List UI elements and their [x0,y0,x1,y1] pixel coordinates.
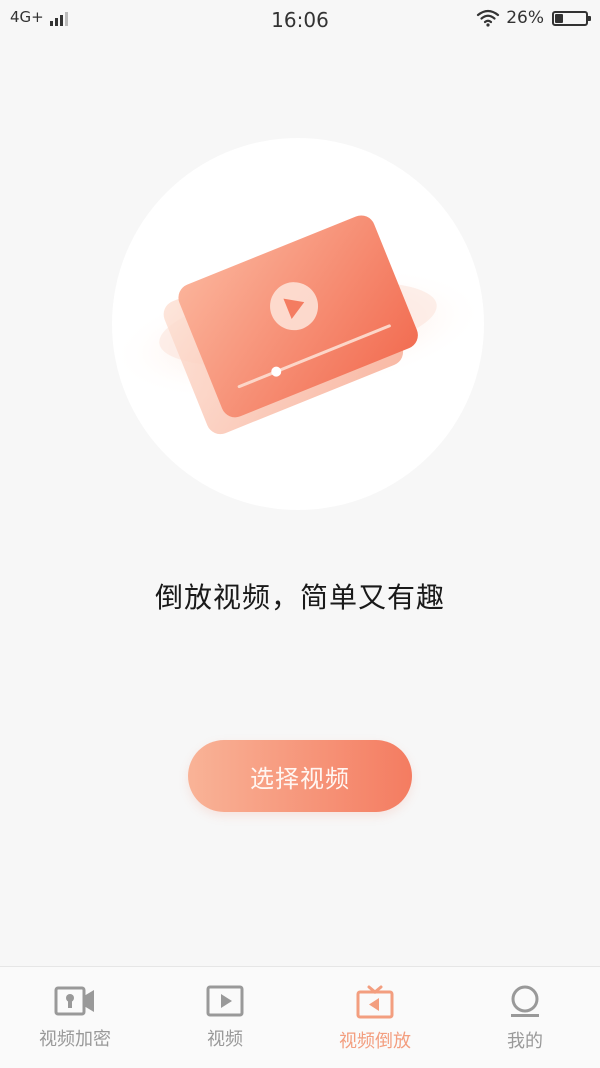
tab-video-encrypt[interactable]: 视频加密 [0,967,150,1068]
wifi-icon [477,9,500,27]
tab-video[interactable]: 视频 [150,967,300,1068]
headline: 倒放视频，简单又有趣 [154,581,445,614]
play-square-icon [206,985,244,1017]
battery-percent: 26% [506,8,544,28]
video-reverse-illustration [112,138,484,510]
tab-label: 视频加密 [39,1029,111,1050]
select-video-button[interactable]: 选择视频 [188,740,412,812]
tab-label: 我的 [507,1031,543,1052]
tab-mine[interactable]: 我的 [450,967,600,1068]
battery-icon [552,10,591,26]
tab-bar: 视频加密 视频 视频倒放 我的 [0,966,600,1068]
user-icon [511,985,539,1017]
status-bar: 4G+ 16:06 26% [0,0,600,40]
device-status: 26% [476,8,591,28]
tab-label: 视频倒放 [339,1031,411,1052]
video-camera-lock-icon [54,986,94,1016]
tab-label: 视频 [207,1029,243,1050]
tv-rewind-icon [356,985,394,1019]
tab-video-reverse[interactable]: 视频倒放 [300,967,450,1068]
